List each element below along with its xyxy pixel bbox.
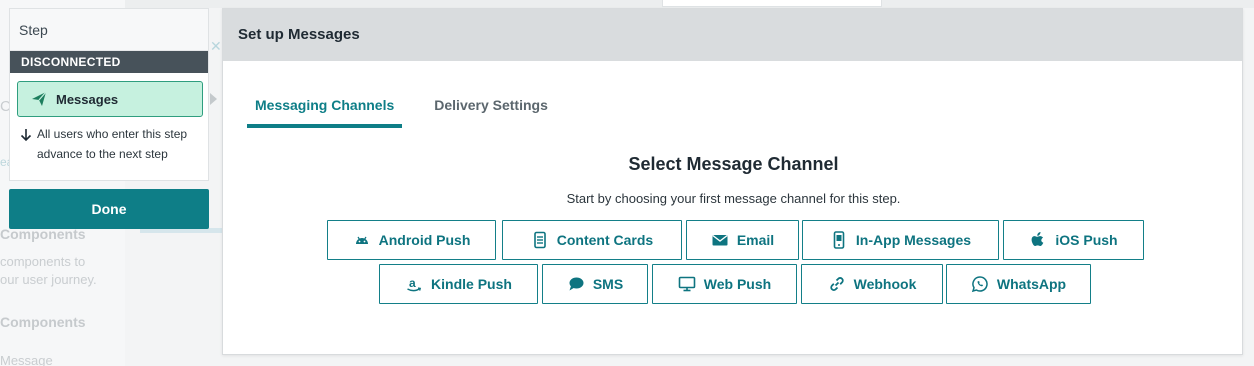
whatsapp-icon: [971, 275, 989, 293]
channel-label: Web Push: [703, 276, 772, 292]
tab-delivery-settings[interactable]: Delivery Settings: [426, 97, 556, 128]
kindle-push-button[interactable]: a Kindle Push: [379, 264, 538, 304]
content-cards-icon: [531, 231, 549, 249]
advance-info: All users who enter this step advance to…: [19, 127, 205, 164]
link-icon: [828, 275, 846, 293]
channel-label: Webhook: [853, 276, 917, 292]
content-cards-button[interactable]: Content Cards: [502, 220, 682, 260]
advance-text-line: advance to the next step: [37, 147, 168, 161]
step-card: Step DISCONNECTED Messages All users who…: [9, 8, 217, 181]
sms-button[interactable]: SMS: [542, 264, 648, 304]
status-badge: DISCONNECTED: [10, 51, 208, 73]
amazon-icon: a: [405, 275, 423, 293]
background-text: components to: [0, 254, 86, 269]
chat-bubble-icon: [567, 275, 585, 293]
background-heading: Components: [0, 314, 86, 330]
envelope-icon: [711, 231, 729, 249]
setup-messages-modal: Set up Messages Messaging Channels Deliv…: [222, 8, 1243, 355]
arrow-down-icon: [19, 128, 33, 142]
step-title: Step: [10, 9, 208, 51]
android-push-button[interactable]: Android Push: [327, 220, 496, 260]
background-text: Message: [0, 353, 53, 366]
channel-label: SMS: [592, 276, 624, 292]
apple-icon: [1029, 231, 1047, 249]
in-app-messages-button[interactable]: In-App Messages: [802, 220, 999, 260]
channel-label: Content Cards: [556, 232, 654, 248]
messages-step-pill[interactable]: Messages: [17, 81, 203, 117]
advance-text-line: All users who enter this step: [37, 127, 188, 141]
ios-push-button[interactable]: iOS Push: [1003, 220, 1144, 260]
background-text: our user journey.: [0, 272, 97, 287]
advance-text: All users who enter this step advance to…: [37, 124, 187, 164]
background-top-bar: [0, 0, 1254, 8]
channel-label: WhatsApp: [996, 276, 1067, 292]
svg-text:a: a: [409, 276, 416, 290]
channel-label: Email: [736, 232, 775, 248]
channel-label: Kindle Push: [431, 276, 512, 292]
background-top-input: [662, 0, 882, 7]
mobile-phone-icon: [830, 231, 848, 249]
section-title: Select Message Channel: [628, 154, 839, 174]
section-subtitle: Start by choosing your first message cha…: [566, 191, 901, 206]
channel-label: iOS Push: [1055, 232, 1118, 248]
paper-plane-icon: [30, 90, 48, 108]
modal-title: Set up Messages: [223, 9, 1242, 61]
monitor-icon: [678, 275, 696, 293]
web-push-button[interactable]: Web Push: [652, 264, 797, 304]
channel-label: Android Push: [378, 232, 471, 248]
background-close-icon: ✕: [210, 38, 222, 54]
modal-tabs: Messaging Channels Delivery Settings: [247, 97, 580, 128]
webhook-button[interactable]: Webhook: [801, 264, 943, 304]
messages-step-label: Messages: [56, 91, 119, 107]
whatsapp-button[interactable]: WhatsApp: [946, 264, 1091, 304]
android-icon: [353, 231, 371, 249]
pill-pointer: [210, 93, 217, 105]
email-button[interactable]: Email: [686, 220, 799, 260]
tab-messaging-channels[interactable]: Messaging Channels: [247, 97, 403, 128]
done-button[interactable]: Done: [9, 189, 209, 229]
channel-label: In-App Messages: [855, 232, 972, 248]
